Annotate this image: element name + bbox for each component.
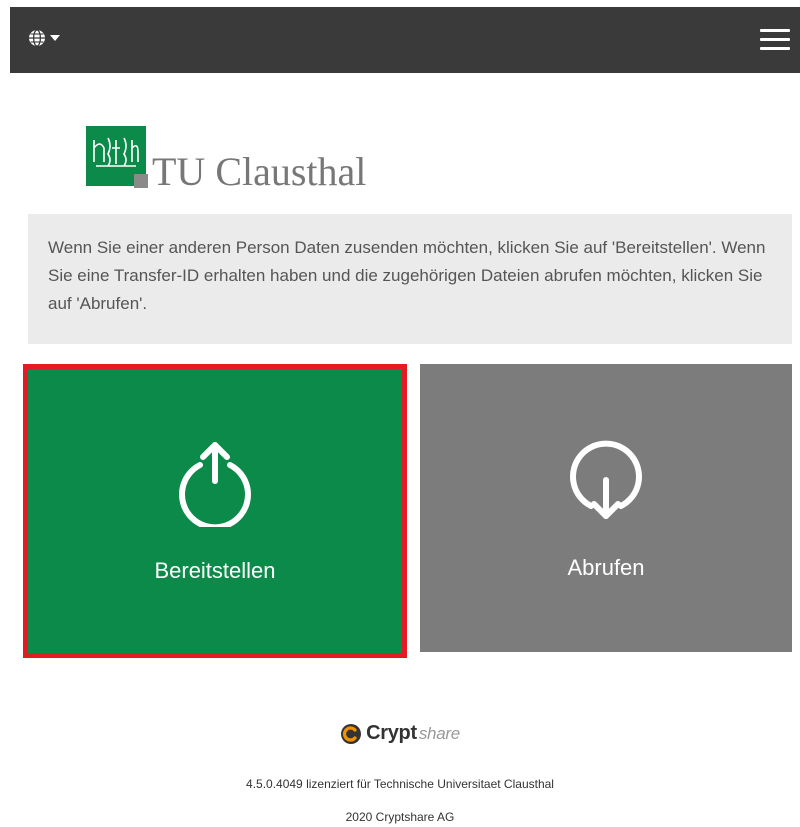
download-circle-arrow-icon: [570, 440, 642, 519]
brand-light: share: [418, 724, 460, 743]
copyright-text: 2020 Cryptshare AG: [345, 810, 455, 824]
info-message: Wenn Sie einer anderen Person Daten zuse…: [28, 214, 792, 344]
upload-button[interactable]: Bereitstellen: [23, 364, 407, 658]
brand-bold: Crypt: [366, 722, 417, 744]
license-text: 4.5.0.4049 lizenziert für Technische Uni…: [246, 777, 554, 791]
tu-clausthal-logo: TU Clausthal: [86, 126, 366, 192]
top-navigation-bar: [10, 7, 800, 73]
cryptshare-logo: Crypt share: [0, 722, 800, 745]
logo-text: TU Clausthal: [152, 149, 367, 194]
download-label: Abrufen: [567, 555, 645, 580]
cryptshare-brand-text: Crypt share: [366, 722, 460, 745]
caret-down-icon: [50, 35, 60, 41]
hamburger-menu-icon[interactable]: [760, 29, 790, 51]
upload-label: Bereitstellen: [154, 558, 276, 583]
language-selector[interactable]: [28, 29, 60, 47]
tu-clausthal-emblem: [86, 126, 148, 188]
globe-icon: [29, 29, 45, 47]
cryptshare-logo-icon: [341, 723, 362, 744]
download-button[interactable]: Abrufen: [420, 364, 792, 652]
upload-circle-arrow-icon: [179, 442, 251, 531]
